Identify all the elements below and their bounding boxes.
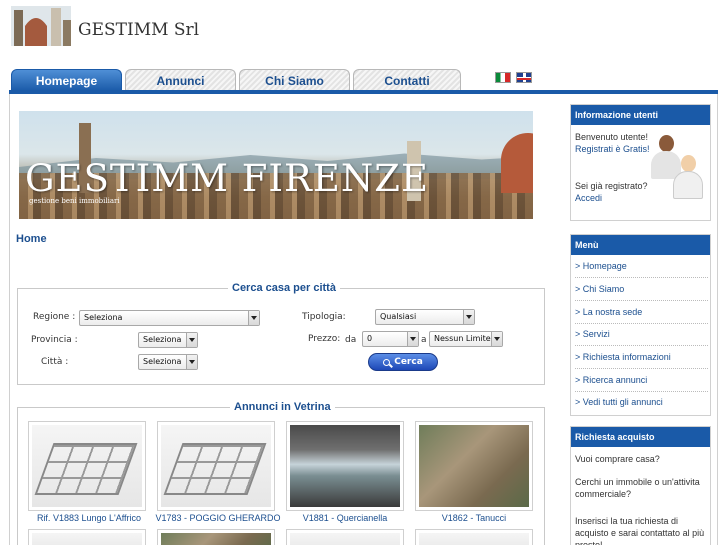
purchase-line-1: Vuoi comprare casa? [575,454,660,464]
menu-item-tutti-annunci[interactable]: > Vedi tutti gli annunci [575,397,708,413]
listing-thumbnail[interactable] [28,529,146,545]
prezzo-a-label: a [421,335,427,345]
prezzo-da-value: 0 [367,334,373,343]
user-illustration-icon [673,155,703,199]
menu-box: Menù > Homepage > Chi Siamo > La nostra … [570,234,711,416]
user-info-title: Informazione utenti [571,105,710,125]
provincia-label: Provincia : [31,335,78,345]
italian-flag-icon[interactable] [495,72,511,83]
search-legend: Cerca casa per città [228,282,340,294]
prezzo-da-label: da [345,335,357,345]
cerca-button[interactable]: Cerca [368,353,438,371]
tipologia-select[interactable]: Qualsiasi [375,309,475,325]
tab-contatti[interactable]: Contatti [353,69,461,91]
search-icon [383,358,391,366]
register-link[interactable]: Registrati è Gratis! [575,143,650,155]
chevron-down-icon [491,332,502,346]
chevron-down-icon [407,332,418,346]
purchase-request-title: Richiesta acquisto [571,427,710,447]
listing-thumbnail[interactable] [157,529,275,545]
menu-item-chi-siamo[interactable]: > Chi Siamo [575,284,708,301]
prezzo-label: Prezzo: [308,334,341,344]
tipologia-select-value: Qualsiasi [380,312,417,321]
site-title: GESTIMM Srl [78,20,200,40]
menu-item-ricerca-annunci[interactable]: > Ricerca annunci [575,375,708,392]
regione-label: Regione : [33,312,76,322]
listing-thumbnail[interactable] [415,529,533,545]
banner-subtitle: gestione beni immobiliari [29,197,120,205]
listing-caption[interactable]: V1783 - POGGIO GHERARDO [153,513,283,523]
menu-item-homepage[interactable]: > Homepage [575,261,708,278]
prezzo-a-select[interactable]: Nessun Limite [429,331,503,347]
vetrina-legend: Annunci in Vetrina [230,401,335,413]
regione-select[interactable]: Seleziona [79,310,260,326]
chevron-down-icon [186,355,197,369]
listing-thumbnail[interactable] [415,421,533,511]
prezzo-da-select[interactable]: 0 [362,331,419,347]
login-link[interactable]: Accedi [575,192,602,204]
listing-caption[interactable]: V1881 - Quercianella [280,513,410,523]
breadcrumb[interactable]: Home [16,233,47,245]
prezzo-a-value: Nessun Limite [434,334,491,343]
already-registered-text: Sei già registrato? [575,181,648,191]
menu-item-servizi[interactable]: > Servizi [575,329,708,346]
listing-thumbnail[interactable] [28,421,146,511]
duomo-logo-icon[interactable] [11,6,71,46]
citta-select[interactable]: Seleziona [138,354,198,370]
listing-caption[interactable]: V1862 - Tanucci [409,513,539,523]
tab-annunci[interactable]: Annunci [125,69,236,91]
chevron-down-icon [248,311,259,325]
listing-thumbnail[interactable] [286,529,404,545]
listing-caption[interactable]: Rif. V1883 Lungo L'Affrico [24,513,154,523]
uk-flag-icon[interactable] [516,72,532,83]
citta-select-value: Seleziona [143,357,182,366]
citta-label: Città : [41,357,69,367]
menu-item-sede[interactable]: > La nostra sede [575,307,708,324]
cerca-button-label: Cerca [394,357,423,367]
menu-item-richiesta-informazioni[interactable]: > Richiesta informazioni [575,352,708,369]
regione-select-value: Seleziona [84,313,123,322]
chevron-down-icon [186,333,197,347]
listing-thumbnail[interactable] [157,421,275,511]
welcome-text: Benvenuto utente! [575,132,649,142]
purchase-request-box: Richiesta acquisto Vuoi comprare casa? C… [570,426,711,545]
banner-image: GESTIMM FIRENZE gestione beni immobiliar… [19,111,533,219]
provincia-select-value: Seleziona [143,335,182,344]
listing-thumbnail[interactable] [286,421,404,511]
menu-title: Menù [571,235,710,255]
chevron-down-icon [463,310,474,324]
purchase-line-3: Inserisci la tua richiesta di acquisto e… [575,516,705,545]
provincia-select[interactable]: Seleziona [138,332,198,348]
tab-chi-siamo[interactable]: Chi Siamo [239,69,350,91]
user-info-box: Informazione utenti Benvenuto utente! Re… [570,104,711,221]
purchase-line-2: Cerchi un immobile o un'attivita commerc… [575,477,700,499]
tab-homepage[interactable]: Homepage [11,69,122,91]
banner-title: GESTIMM FIRENZE [25,157,429,200]
tipologia-label: Tipologia: [302,312,346,322]
